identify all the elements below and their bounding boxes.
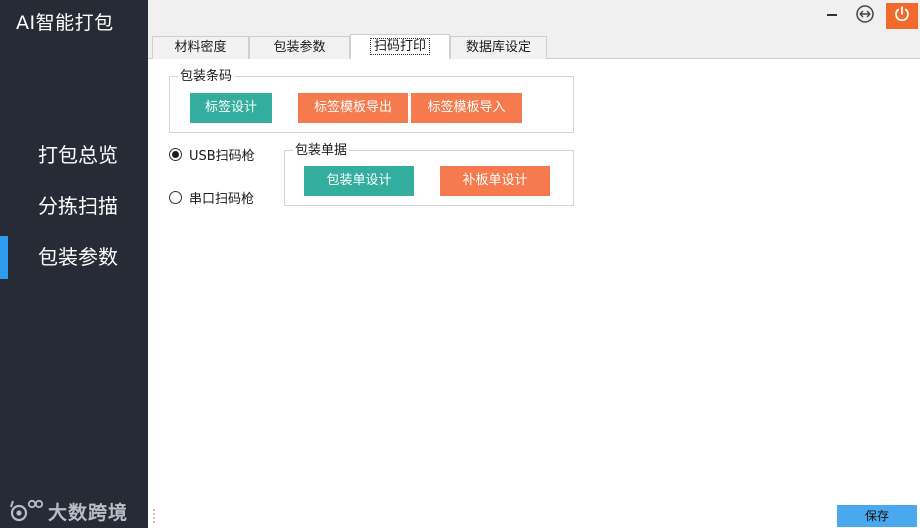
title-bar	[148, 0, 920, 34]
power-icon	[893, 5, 911, 27]
sidebar-item-label: 包装参数	[38, 245, 118, 269]
barcode-group-title: 包装条码	[178, 69, 235, 84]
sidebar-item-sorting-scan[interactable]: 分拣扫描	[0, 181, 148, 232]
sidebar-nav: 打包总览 分拣扫描 包装参数	[0, 130, 148, 283]
tab-label: 数据库设定	[465, 40, 531, 55]
restore-button[interactable]	[853, 4, 877, 28]
tab-content-scan-print: 包装条码 标签设计 标签模板导出 标签模板导入 USB扫码枪 串口扫码枪 包装单…	[148, 59, 920, 528]
sidebar-item-packing-overview[interactable]: 打包总览	[0, 130, 148, 181]
radio-dot	[169, 148, 182, 161]
minimize-icon	[825, 7, 839, 25]
packing-docs-group-title: 包装单据	[293, 143, 350, 158]
packing-docs-group: 包装单据 包装单设计 补板单设计	[284, 143, 574, 206]
label-design-button[interactable]: 标签设计	[190, 93, 272, 123]
usb-scanner-radio[interactable]: USB扫码枪	[169, 145, 255, 164]
brand-text: 大数跨境	[48, 501, 129, 524]
tab-packing-params[interactable]: 包装参数	[249, 36, 350, 59]
pallet-slip-design-button[interactable]: 补板单设计	[440, 166, 550, 196]
sidebar-item-packing-params[interactable]: 包装参数	[0, 232, 148, 283]
usb-scanner-label: USB扫码枪	[189, 149, 255, 164]
radio-dot	[169, 191, 182, 204]
splitter-grip-icon[interactable]	[152, 508, 156, 524]
restore-icon	[855, 4, 875, 28]
export-template-button[interactable]: 标签模板导出	[298, 93, 408, 123]
close-button[interactable]	[886, 3, 918, 29]
minimize-button[interactable]	[820, 4, 844, 28]
tab-scan-print[interactable]: 扫码打印	[350, 34, 450, 60]
brand: 大数跨境	[8, 497, 128, 525]
tab-label: 扫码打印	[369, 38, 430, 55]
tab-label: 材料密度	[174, 40, 227, 55]
brand-logo-icon	[8, 498, 44, 524]
sidebar-item-label: 打包总览	[38, 143, 118, 167]
barcode-group: 包装条码 标签设计 标签模板导出 标签模板导入	[169, 69, 574, 133]
serial-scanner-label: 串口扫码枪	[189, 192, 255, 207]
app-title: AI智能打包	[16, 12, 114, 34]
sidebar: AI智能打包 打包总览 分拣扫描 包装参数 大数跨境	[0, 0, 148, 528]
import-template-button[interactable]: 标签模板导入	[411, 93, 522, 123]
packing-slip-design-button[interactable]: 包装单设计	[304, 166, 414, 196]
save-button[interactable]: 保存	[837, 505, 917, 527]
tab-material-density[interactable]: 材料密度	[152, 36, 249, 59]
tab-bar: 材料密度 包装参数 扫码打印 数据库设定	[148, 34, 920, 60]
main-panel: 材料密度 包装参数 扫码打印 数据库设定 包装条码 标签设计 标签模板导出 标签…	[148, 0, 920, 528]
tab-label: 包装参数	[273, 40, 326, 55]
serial-scanner-radio[interactable]: 串口扫码枪	[169, 188, 254, 207]
sidebar-item-label: 分拣扫描	[38, 194, 118, 218]
tab-database-settings[interactable]: 数据库设定	[450, 36, 547, 59]
